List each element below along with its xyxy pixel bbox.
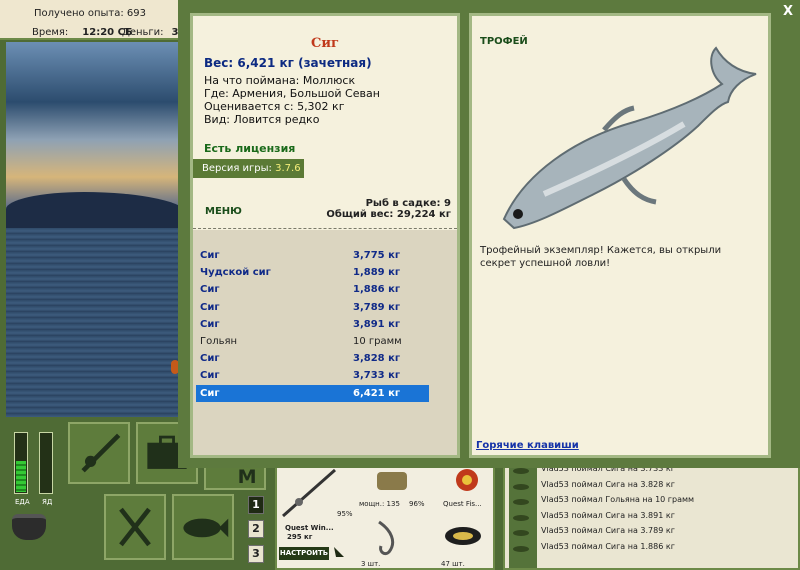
- fishing-rod-icon: [81, 433, 121, 473]
- catch-fish-weight: 3,891 кг: [353, 318, 401, 330]
- whitefish-icon: [502, 46, 757, 230]
- fish-info-panel: Сиг Вес: 6,421 кг (зачетная) На что пойм…: [190, 13, 460, 458]
- lake-view[interactable]: [6, 42, 188, 417]
- mountains: [6, 192, 188, 232]
- reel-icon[interactable]: [367, 466, 417, 496]
- catch-fish-weight: 3,733 кг: [353, 370, 401, 382]
- divider: [193, 228, 457, 229]
- feed-item: Vlad53 поймал Сига на 1.886 кг: [541, 541, 675, 551]
- feed-item: Vlad53 поймал Сига на 3.828 кг: [541, 479, 675, 489]
- catch-fish-name: Гольян: [200, 336, 238, 347]
- reel-power: мощн.: 135: [359, 500, 400, 508]
- poison-label: ЯД: [42, 498, 53, 506]
- hotkeys-link[interactable]: Горячие клавиши: [476, 440, 579, 451]
- rods-button[interactable]: [68, 422, 130, 484]
- catch-fish-name: Сиг: [200, 387, 220, 399]
- version-badge: Версия игры: 3.7.6: [193, 159, 304, 178]
- catch-fish-weight: 3,828 кг: [353, 353, 401, 365]
- catch-row[interactable]: Сиг 3,891 кг: [196, 316, 429, 333]
- trophy-panel: ТРОФЕЙ Трофейный экземпляр! Кажется, вы …: [469, 13, 771, 458]
- food-label: ЕДА: [15, 498, 30, 506]
- fish-icon: [183, 518, 229, 538]
- catch-fish-name: Чудской сиг: [200, 267, 271, 279]
- catch-fish-name: Сиг: [200, 318, 220, 330]
- rod-icon[interactable]: [279, 464, 339, 520]
- catch-row[interactable]: Сиг 3,789 кг: [196, 299, 429, 316]
- catch-row[interactable]: Гольян 10 грамм: [196, 333, 429, 350]
- trophy-message: Трофейный экземпляр! Кажется, вы открыли…: [480, 245, 722, 269]
- fish-weight: Вес: 6,421 кг (зачетная): [204, 56, 372, 70]
- fish-icon: [513, 483, 529, 490]
- xp-readout: Получено опыта: 693: [34, 8, 146, 19]
- fish-name: Сиг: [311, 36, 339, 51]
- slot-2-button[interactable]: 2: [248, 520, 264, 538]
- catch-fish-weight: 10 грамм: [353, 336, 402, 347]
- arrow-icon[interactable]: [332, 545, 346, 559]
- catch-row[interactable]: Сиг 3,828 кг: [196, 350, 429, 367]
- poison-meter: [39, 432, 53, 494]
- line-name: Quest Fis...: [443, 500, 482, 508]
- catch-fish-weight: 3,775 кг: [353, 250, 401, 261]
- caught-on: На что поймана: Моллюск: [204, 74, 356, 87]
- slot-3-button[interactable]: 3: [248, 545, 264, 563]
- setup-button[interactable]: НАСТРОИТЬ: [279, 547, 329, 560]
- money-readout: Деньги:34: [122, 27, 185, 38]
- location: Где: Армения, Большой Севан: [204, 87, 380, 100]
- valued-from: Оценивается с: 5,302 кг: [204, 100, 345, 113]
- reel-percent: 96%: [409, 500, 425, 508]
- catch-feed: Vlad53 поймал Сига на 3.733 кг Vlad53 пой…: [503, 460, 800, 570]
- fork-knife-icon: [119, 507, 151, 547]
- license-status: Есть лицензия: [204, 142, 296, 155]
- catch-row[interactable]: Чудской сиг 1,889 кг: [196, 264, 429, 281]
- catch-row[interactable]: Сиг 1,886 кг: [196, 281, 429, 298]
- fish-icon: [513, 514, 529, 521]
- catch-fish-name: Сиг: [200, 301, 220, 313]
- catch-fish-weight: 3,789 кг: [353, 301, 401, 313]
- bait-icon[interactable]: [441, 518, 485, 554]
- fish-guide-button[interactable]: [172, 494, 234, 560]
- keepnet-weight: Общий вес: 29,224 кг: [326, 209, 451, 220]
- food-button[interactable]: [104, 494, 166, 560]
- catch-list: Сиг 3,775 кг Чудской сиг 1,889 кг Сиг 1,886 к…: [193, 230, 457, 455]
- menu-button[interactable]: МЕНЮ: [205, 206, 242, 217]
- catch-fish-weight: 1,886 кг: [353, 284, 401, 296]
- catch-fish-name: Сиг: [200, 353, 220, 365]
- hook-icon[interactable]: [367, 518, 407, 558]
- rod-percent: 95%: [337, 510, 353, 518]
- rod-name: Quest Win...: [285, 524, 334, 532]
- fish-icon: [513, 530, 529, 536]
- rod-weight: 295 кг: [287, 533, 313, 541]
- catch-row[interactable]: Сиг 6,421 кг: [196, 384, 429, 402]
- catch-fish-name: Сиг: [200, 284, 220, 296]
- close-button[interactable]: X: [781, 5, 795, 19]
- catch-row[interactable]: Сиг 3,775 кг: [196, 247, 429, 264]
- feed-item: Vlad53 поймал Сига на 3.891 кг: [541, 510, 675, 520]
- feed-item: Vlad53 поймал Гольяна на 10 грамм: [541, 495, 695, 504]
- food-meter: [14, 432, 28, 494]
- cauldron-icon[interactable]: [12, 514, 46, 540]
- time-readout: Время: 12:20 СБ: [32, 27, 133, 38]
- hook-count: 3 шт.: [361, 560, 381, 568]
- fish-icon: [513, 545, 529, 552]
- rarity: Вид: Ловится редко: [204, 113, 320, 126]
- fish-icon: [513, 499, 529, 505]
- lure-icon[interactable]: [447, 466, 487, 494]
- catch-fish-name: Сиг: [200, 250, 220, 261]
- fish-icon: [513, 468, 529, 474]
- keepnet-count: Рыб в садке: 9: [365, 198, 451, 209]
- svg-text:M: M: [238, 466, 257, 488]
- slot-1-button[interactable]: 1: [248, 496, 264, 514]
- bait-count: 47 шт.: [441, 560, 465, 568]
- feed-item: Vlad53 поймал Сига на 3.789 кг: [541, 526, 675, 535]
- catch-row[interactable]: Сиг 3,733 кг: [196, 367, 429, 384]
- catch-fish-name: Сиг: [200, 370, 220, 382]
- catch-fish-weight: 6,421 кг: [353, 387, 401, 399]
- catch-fish-weight: 1,889 кг: [353, 267, 401, 279]
- water: [6, 228, 188, 417]
